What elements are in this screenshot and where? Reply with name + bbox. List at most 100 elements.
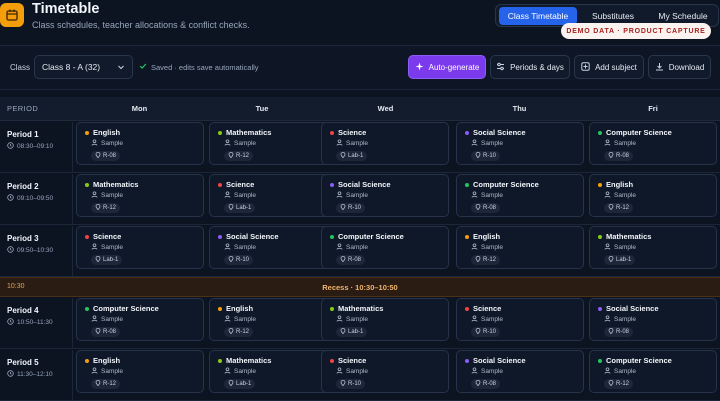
teacher-name: Sample: [101, 316, 124, 323]
room-name: Lab-1: [236, 205, 252, 211]
person-icon: [336, 139, 343, 148]
timetable-cell[interactable]: Social Science Sample R-08: [456, 350, 584, 393]
download-button[interactable]: Download: [648, 55, 711, 79]
timetable-cell[interactable]: Mathematics Sample Lab-1: [589, 226, 717, 269]
timetable-cell[interactable]: Computer Science Sample R-08: [456, 174, 584, 217]
room-badge: R-10: [471, 327, 501, 337]
class-select-value: Class 8 - A (32): [42, 62, 101, 72]
timetable-cell[interactable]: English Sample R-12: [76, 350, 204, 393]
cell-teacher: Sample: [91, 367, 123, 376]
room-name: R-10: [483, 329, 497, 335]
location-pin-icon: [475, 203, 481, 212]
page-subtitle: Class schedules, teacher allocations & c…: [32, 20, 250, 30]
location-pin-icon: [340, 255, 346, 264]
subject-color-dot: [218, 234, 222, 239]
timetable-cell[interactable]: Science Sample Lab-1: [321, 122, 449, 165]
subject-color-dot: [465, 358, 469, 363]
periods-days-label: Periods & days: [510, 62, 564, 72]
row-divider: [0, 348, 720, 349]
person-icon: [336, 191, 343, 200]
tab-class-timetable[interactable]: Class Timetable: [499, 7, 577, 25]
timetable-cell[interactable]: Computer Science Sample R-12: [589, 350, 717, 393]
timetable-cell[interactable]: Science Sample Lab-1: [209, 174, 337, 217]
class-select[interactable]: Class 8 - A (32): [34, 55, 133, 79]
timetable-cell[interactable]: Social Science Sample R-10: [321, 174, 449, 217]
timetable-cell[interactable]: English Sample R-12: [456, 226, 584, 269]
timetable-cell[interactable]: Mathematics Sample R-12: [76, 174, 204, 217]
subject-name: Computer Science: [338, 232, 404, 241]
cell-subject: English: [598, 180, 633, 189]
subject-name: Science: [93, 232, 122, 241]
subject-name: Social Science: [338, 180, 391, 189]
room-name: R-12: [483, 257, 497, 263]
teacher-name: Sample: [614, 140, 637, 147]
person-icon: [604, 243, 611, 252]
timetable-cell[interactable]: Science Sample R-10: [456, 298, 584, 341]
room-name: Lab-1: [103, 257, 119, 263]
timetable-cell[interactable]: Science Sample R-10: [321, 350, 449, 393]
person-icon: [604, 367, 611, 376]
timetable-cell[interactable]: English Sample R-12: [589, 174, 717, 217]
cell-teacher: Sample: [224, 367, 256, 376]
timetable-cell[interactable]: Computer Science Sample R-08: [76, 298, 204, 341]
timetable-cell[interactable]: Mathematics Sample Lab-1: [209, 350, 337, 393]
subject-color-dot: [330, 234, 334, 239]
auto-generate-button[interactable]: Auto-generate: [408, 55, 486, 79]
cell-subject: English: [218, 304, 253, 313]
day-header-fri: Fri: [586, 97, 720, 121]
location-pin-icon: [475, 151, 481, 160]
timetable-cell[interactable]: English Sample R-08: [76, 122, 204, 165]
room-name: R-10: [236, 257, 250, 263]
teacher-name: Sample: [346, 244, 369, 251]
timetable-cell[interactable]: Social Science Sample R-10: [209, 226, 337, 269]
cell-teacher: Sample: [336, 243, 368, 252]
room-name: R-10: [348, 381, 362, 387]
subject-name: Social Science: [226, 232, 279, 241]
subject-name: Mathematics: [93, 180, 139, 189]
add-subject-button[interactable]: Add subject: [574, 55, 644, 79]
teacher-name: Sample: [234, 244, 257, 251]
timetable-cell[interactable]: English Sample R-12: [209, 298, 337, 341]
timetable-cell[interactable]: Social Science Sample R-10: [456, 122, 584, 165]
periods-days-button[interactable]: Periods & days: [490, 55, 570, 79]
subject-name: Science: [226, 180, 255, 189]
period-row-header: Period 1 08:30–09:10: [0, 122, 73, 172]
subject-name: Mathematics: [226, 128, 272, 137]
room-name: R-12: [103, 205, 117, 211]
subject-name: Mathematics: [338, 304, 384, 313]
period-name: Period 5: [7, 358, 39, 367]
cell-subject: Science: [465, 304, 501, 313]
subject-name: Science: [473, 304, 502, 313]
timetable-cell[interactable]: Social Science Sample R-08: [589, 298, 717, 341]
person-icon: [91, 243, 98, 252]
cell-teacher: Sample: [604, 367, 636, 376]
subject-color-dot: [465, 306, 469, 311]
timetable-cell[interactable]: Mathematics Sample R-12: [209, 122, 337, 165]
subject-name: English: [473, 232, 501, 241]
timetable-cell[interactable]: Computer Science Sample R-08: [589, 122, 717, 165]
room-badge: Lab-1: [224, 379, 256, 389]
clock-icon: [7, 194, 14, 203]
subject-name: English: [226, 304, 254, 313]
teacher-name: Sample: [234, 316, 257, 323]
timetable-cell[interactable]: Computer Science Sample R-08: [321, 226, 449, 269]
person-icon: [336, 315, 343, 324]
location-pin-icon: [340, 327, 346, 336]
cell-subject: Computer Science: [465, 180, 539, 189]
timetable-cell[interactable]: Mathematics Sample Lab-1: [321, 298, 449, 341]
person-icon: [224, 243, 231, 252]
cell-teacher: Sample: [471, 367, 503, 376]
subject-name: Social Science: [473, 128, 526, 137]
cell-subject: Computer Science: [85, 304, 159, 313]
room-name: Lab-1: [236, 381, 252, 387]
timetable-cell[interactable]: Science Sample Lab-1: [76, 226, 204, 269]
period-time-text: 10:50–11:30: [17, 319, 53, 326]
period-time-text: 09:10–09:50: [17, 195, 54, 202]
chevron-down-icon: [117, 63, 125, 73]
day-header-thu: Thu: [453, 97, 586, 121]
cell-subject: Mathematics: [598, 232, 651, 241]
cell-subject: Mathematics: [330, 304, 383, 313]
save-status: Saved · edits save automatically: [139, 62, 259, 72]
location-pin-icon: [228, 151, 234, 160]
subject-name: Computer Science: [606, 356, 672, 365]
